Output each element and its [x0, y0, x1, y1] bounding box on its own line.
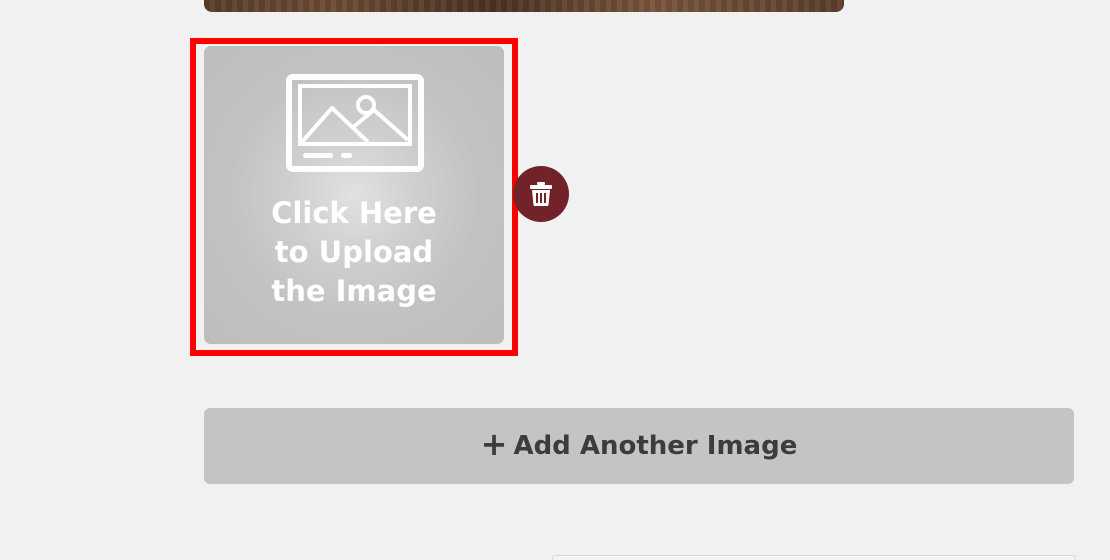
next-field[interactable] [552, 555, 1076, 560]
image-upload-section: Click Here to Upload the Image + Add Ano… [0, 0, 1110, 560]
delete-image-button[interactable] [513, 166, 569, 222]
add-another-image-button[interactable]: + Add Another Image [204, 408, 1074, 484]
uploaded-image-preview[interactable] [204, 0, 844, 12]
plus-icon: + [480, 425, 508, 463]
upload-image-tile[interactable]: Click Here to Upload the Image [204, 46, 504, 344]
upload-label: Click Here to Upload the Image [271, 196, 437, 308]
trash-icon [530, 182, 552, 206]
image-placeholder-icon [286, 74, 424, 172]
add-another-image-label: Add Another Image [513, 431, 798, 461]
